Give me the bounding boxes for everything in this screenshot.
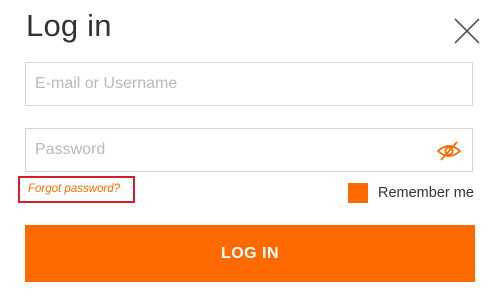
password-field-wrapper — [25, 128, 473, 172]
eye-slash-icon[interactable] — [436, 138, 462, 164]
remember-me-label: Remember me — [378, 185, 474, 201]
email-field-wrapper — [25, 62, 473, 106]
password-field[interactable] — [26, 129, 472, 171]
dialog-title: Log in — [26, 8, 112, 43]
email-field[interactable] — [26, 63, 472, 105]
login-button[interactable]: LOG IN — [25, 225, 475, 282]
checkbox[interactable] — [348, 183, 368, 203]
highlight-box: Forgot password? — [18, 176, 135, 203]
remember-me-checkbox[interactable]: Remember me — [348, 182, 474, 204]
forgot-password-link[interactable]: Forgot password? — [28, 183, 120, 195]
close-icon[interactable] — [452, 16, 482, 46]
